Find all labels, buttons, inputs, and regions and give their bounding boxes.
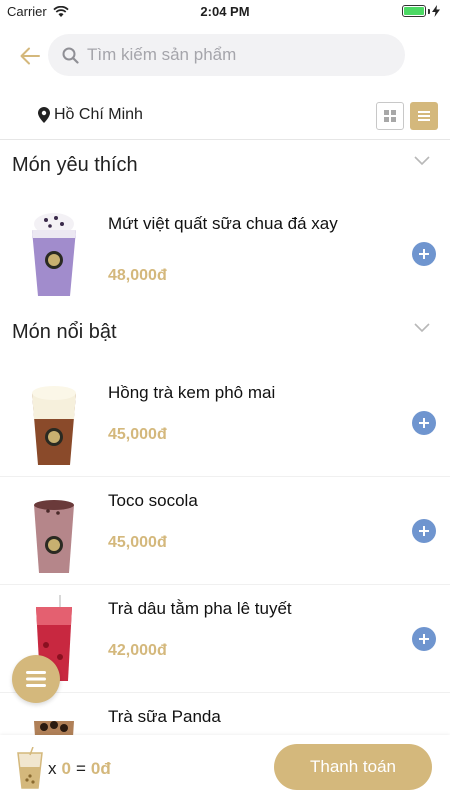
plus-icon [419,634,429,644]
back-arrow-icon [20,47,40,65]
product-item[interactable]: Toco socola 45,000đ [0,477,450,585]
product-price: 45,000đ [108,426,167,443]
product-item[interactable]: Hồng trà kem phô mai 45,000đ [0,369,450,477]
product-name: Hồng trà kem phô mai [108,383,276,402]
plus-icon [419,526,429,536]
chocolate-drink-image [34,500,74,573]
list-view-button[interactable] [410,102,438,130]
product-name: Mứt việt quất sữa chua đá xay [108,214,338,233]
product-price: 45,000đ [108,534,167,551]
menu-icon [26,671,46,687]
product-item[interactable]: Mứt việt quất sữa chua đá xay 48,000đ [0,200,450,308]
list-icon [418,111,430,121]
cup-icon[interactable] [16,747,44,789]
search-input[interactable] [87,45,387,65]
cheese-tea-image [32,386,76,465]
add-to-cart-button[interactable] [412,411,436,435]
plus-icon [419,418,429,428]
product-name: Toco socola [108,491,198,510]
product-price: 42,000đ [108,642,167,659]
cart-bar: x 0 = 0đ Thanh toán [0,735,450,800]
view-toggle [376,102,438,130]
search-bar[interactable] [48,34,405,76]
location-row: Hồ Chí Minh [0,100,450,140]
add-to-cart-button[interactable] [412,519,436,543]
location-pin-icon [38,107,50,123]
section-header-favorites[interactable]: Món yêu thích [0,148,450,188]
section-title: Món nổi bật [12,321,117,343]
product-item[interactable]: Trà dâu tằm pha lê tuyết 42,000đ [0,585,450,693]
location-city: Hồ Chí Minh [54,106,143,123]
cart-equals: = [75,759,86,778]
grid-icon [384,110,396,122]
header [0,28,450,84]
product-name: Trà sữa Panda [108,707,221,726]
checkout-button[interactable]: Thanh toán [274,744,432,790]
battery-icon [402,5,440,17]
status-bar: Carrier 2:04 PM [0,0,450,24]
chevron-down-icon[interactable] [414,323,430,333]
cart-total: 0đ [90,759,111,778]
cart-count: 0 [61,759,71,778]
location-selector[interactable]: Hồ Chí Minh [38,106,143,124]
product-name: Trà dâu tằm pha lê tuyết [108,599,292,618]
charging-icon [432,5,440,17]
status-time: 2:04 PM [200,4,250,19]
blueberry-smoothie-image [32,213,76,296]
menu-fab-button[interactable] [12,655,60,703]
cart-multiply: x [48,759,57,778]
back-button[interactable] [16,42,44,70]
section-header-featured[interactable]: Món nổi bật [0,315,450,355]
grid-view-button[interactable] [376,102,404,130]
cart-summary: x 0 = 0đ [48,759,111,779]
section-title: Món yêu thích [12,154,138,176]
search-icon [62,47,79,64]
plus-icon [419,249,429,259]
add-to-cart-button[interactable] [412,242,436,266]
product-price: 48,000đ [108,267,167,284]
chevron-down-icon[interactable] [414,156,430,166]
add-to-cart-button[interactable] [412,627,436,651]
